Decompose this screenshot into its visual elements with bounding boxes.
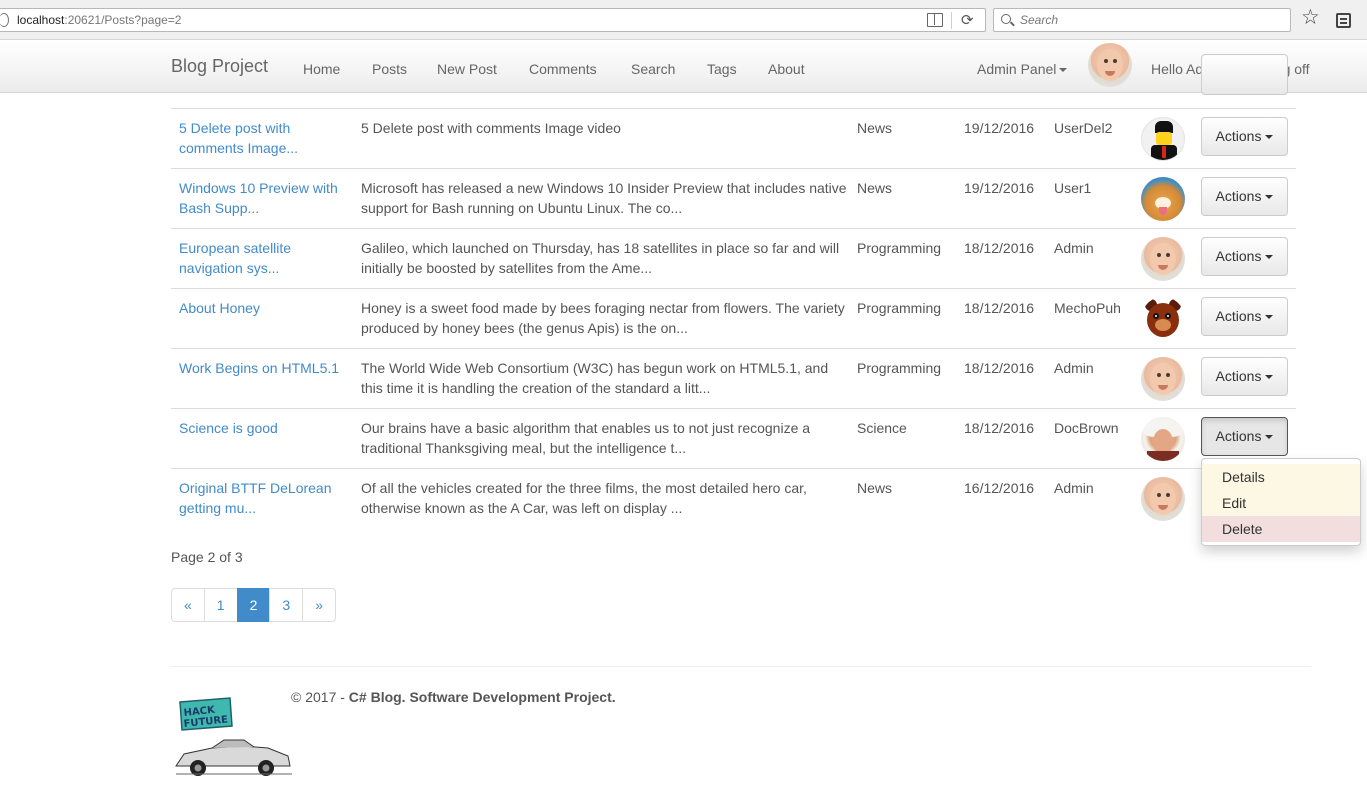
actions-button[interactable]: Actions (1201, 297, 1288, 336)
post-title-link[interactable]: About Honey (179, 298, 349, 318)
post-date: 18/12/2016 (964, 240, 1035, 256)
table-row: Science is good Our brains have a basic … (171, 408, 1296, 468)
address-separator (951, 12, 952, 29)
post-title-link[interactable]: European satellite navigation sys... (179, 238, 349, 278)
post-category: Science (857, 420, 907, 436)
table-row: Windows 10 Preview with Bash Supp... Mic… (171, 168, 1296, 228)
post-date: 18/12/2016 (964, 360, 1035, 376)
caret-down-icon (1265, 255, 1274, 260)
post-body: Galileo, which launched on Thursday, has… (361, 240, 840, 276)
actions-button[interactable]: Actions (1201, 117, 1288, 156)
baby-icon (1141, 357, 1185, 401)
post-author: Admin (1054, 240, 1094, 256)
table-row: 5 Delete post with comments Image... 5 D… (171, 108, 1296, 168)
post-category: News (857, 180, 893, 196)
caret-down-icon (1265, 135, 1274, 140)
post-title-link[interactable]: Work Begins on HTML5.1 (179, 358, 349, 378)
menu-item-edit[interactable]: Edit (1202, 490, 1360, 516)
baby-icon (1141, 477, 1185, 521)
page-2-current[interactable]: 2 (236, 588, 271, 622)
post-author: MechoPuh (1054, 300, 1121, 316)
page-next[interactable]: » (302, 588, 336, 622)
actions-button-partial[interactable] (1201, 54, 1288, 95)
post-body: 5 Delete post with comments Image video (361, 120, 621, 136)
reader-view-icon[interactable] (927, 13, 943, 27)
doc-icon (1141, 417, 1185, 461)
post-body: The World Wide Web Consortium (W3C) has … (361, 360, 829, 396)
actions-button-open[interactable]: Actions (1201, 417, 1288, 456)
bookmark-star-icon[interactable]: ☆ (1301, 7, 1320, 28)
post-category: News (857, 120, 893, 136)
menu-item-details[interactable]: Details (1202, 464, 1360, 490)
browser-search-input[interactable]: Search (993, 8, 1291, 32)
search-icon (1001, 14, 1011, 24)
post-author: UserDel2 (1054, 120, 1113, 136)
caret-down-icon (1265, 375, 1274, 380)
post-author: User1 (1054, 180, 1092, 196)
post-author: DocBrown (1054, 420, 1119, 436)
actions-button[interactable]: Actions (1201, 177, 1288, 216)
menu-item-delete[interactable]: Delete (1202, 516, 1360, 542)
post-title-link[interactable]: Windows 10 Preview with Bash Supp... (179, 178, 349, 218)
post-date: 18/12/2016 (964, 300, 1035, 316)
actions-button[interactable]: Actions (1201, 357, 1288, 396)
page-1[interactable]: 1 (203, 588, 238, 622)
post-date: 19/12/2016 (964, 180, 1035, 196)
post-body: Of all the vehicles created for the thre… (361, 480, 807, 516)
address-bar[interactable]: localhost:20621/Posts?page=2 ⟳ (0, 8, 986, 32)
footer-copyright: © 2017 - C# Blog. Software Development P… (291, 689, 616, 705)
dog-icon (1141, 177, 1185, 221)
footer-divider (171, 666, 1311, 667)
table-row: Work Begins on HTML5.1 The World Wide We… (171, 348, 1296, 408)
post-body: Our brains have a basic algorithm that e… (361, 420, 811, 456)
post-category: Programming (857, 240, 942, 256)
page-3[interactable]: 3 (269, 588, 304, 622)
post-body: Microsoft has released a new Windows 10 … (361, 180, 847, 216)
post-author: Admin (1054, 480, 1094, 496)
actions-button[interactable]: Actions (1201, 237, 1288, 276)
baby-icon (1141, 237, 1185, 281)
table-row: Original BTTF DeLorean getting mu... Of … (171, 468, 1296, 528)
bookmarks-library-icon[interactable] (1336, 13, 1351, 28)
bear-icon (1141, 297, 1185, 341)
site-info-icon[interactable] (0, 13, 9, 27)
post-date: 18/12/2016 (964, 420, 1035, 436)
post-date: 16/12/2016 (964, 480, 1035, 496)
table-row: European satellite navigation sys... Gal… (171, 228, 1296, 288)
pagination: « 1 2 3 » (171, 588, 336, 622)
post-title-link[interactable]: Science is good (179, 418, 349, 438)
search-placeholder: Search (1020, 13, 1059, 27)
url-text: localhost:20621/Posts?page=2 (17, 13, 182, 27)
page-prev[interactable]: « (171, 588, 205, 622)
post-category: News (857, 480, 893, 496)
post-category: Programming (857, 300, 942, 316)
table-row: About Honey Honey is a sweet food made b… (171, 288, 1296, 348)
browser-toolbar: localhost:20621/Posts?page=2 ⟳ Search ☆ (0, 0, 1367, 40)
caret-down-icon (1265, 435, 1274, 440)
actions-dropdown-menu: Details Edit Delete (1201, 458, 1361, 546)
caret-down-icon (1265, 195, 1274, 200)
reload-icon[interactable]: ⟳ (961, 11, 974, 29)
caret-down-icon (1265, 315, 1274, 320)
table-row-partial (171, 48, 1296, 108)
page-info: Page 2 of 3 (171, 549, 243, 565)
post-body: Honey is a sweet food made by bees forag… (361, 300, 845, 336)
lego-icon (1141, 117, 1185, 161)
post-author: Admin (1054, 360, 1094, 376)
post-date: 19/12/2016 (964, 120, 1035, 136)
post-category: Programming (857, 360, 942, 376)
hack-to-the-future-logo: HACK FUTURE (175, 697, 292, 776)
post-title-link[interactable]: 5 Delete post with comments Image... (179, 118, 349, 158)
post-title-link[interactable]: Original BTTF DeLorean getting mu... (179, 478, 349, 518)
